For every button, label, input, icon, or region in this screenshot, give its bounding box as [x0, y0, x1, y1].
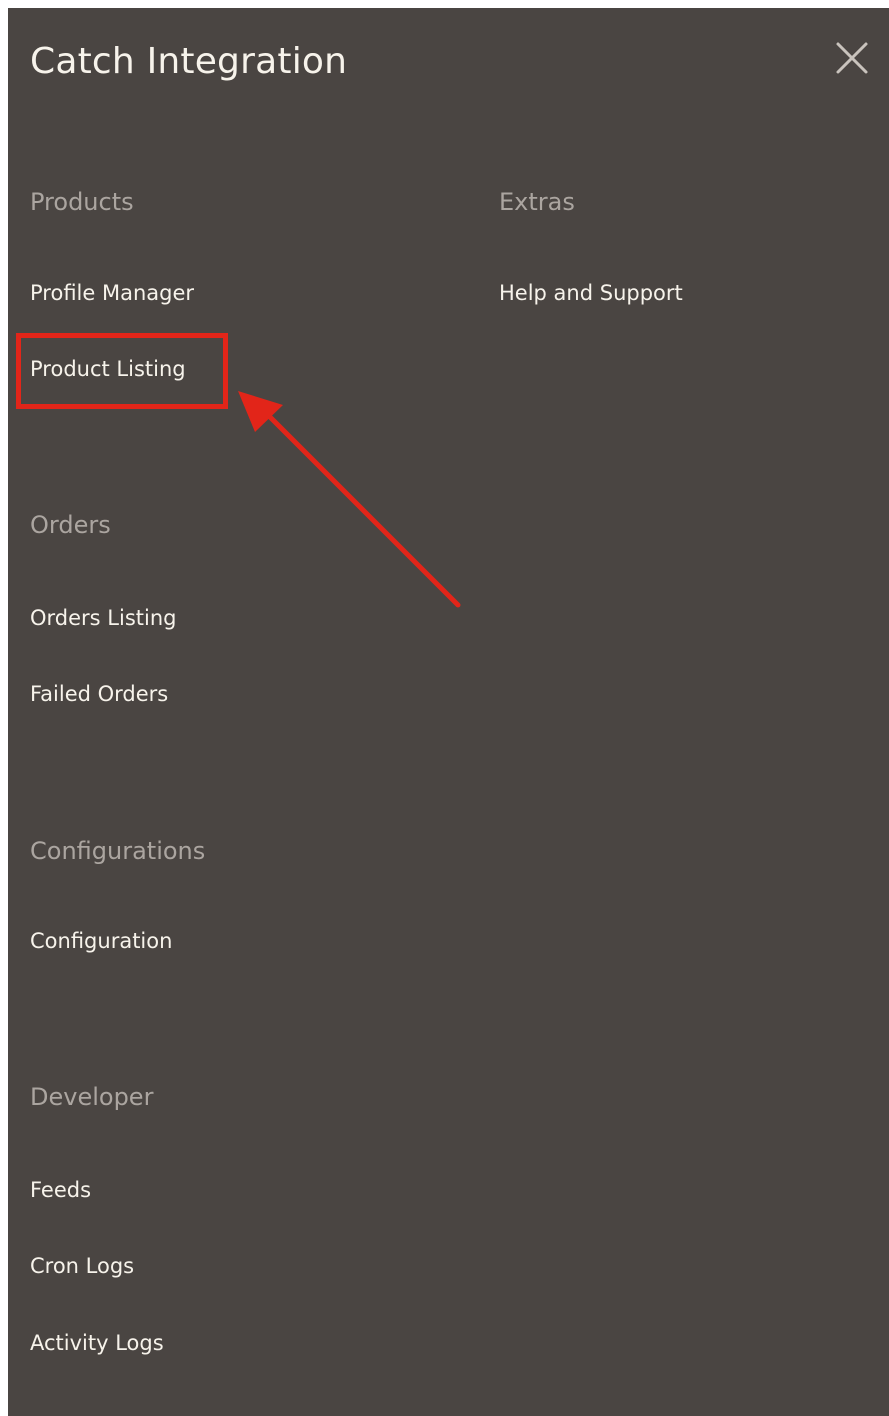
section-heading-orders: Orders [30, 511, 111, 539]
menu-item-failed-orders[interactable]: Failed Orders [30, 679, 168, 709]
close-button[interactable] [832, 38, 872, 78]
menu-item-activity-logs[interactable]: Activity Logs [30, 1328, 164, 1358]
annotation-arrow-icon [238, 391, 461, 608]
menu-title: Catch Integration [30, 41, 348, 82]
section-heading-configurations: Configurations [30, 837, 206, 865]
section-heading-products: Products [30, 188, 134, 216]
close-icon [836, 42, 868, 74]
menu-item-orders-listing[interactable]: Orders Listing [30, 603, 176, 633]
annotation-highlight-box [16, 333, 228, 409]
menu-item-cron-logs[interactable]: Cron Logs [30, 1251, 134, 1281]
section-heading-developer: Developer [30, 1083, 154, 1111]
menu-panel: Catch Integration Products Profile Manag… [8, 8, 889, 1416]
menu-item-configuration[interactable]: Configuration [30, 926, 172, 956]
menu-item-feeds[interactable]: Feeds [30, 1175, 91, 1205]
section-heading-extras: Extras [499, 188, 575, 216]
menu-item-profile-manager[interactable]: Profile Manager [30, 278, 194, 308]
menu-item-help-and-support[interactable]: Help and Support [499, 278, 683, 308]
